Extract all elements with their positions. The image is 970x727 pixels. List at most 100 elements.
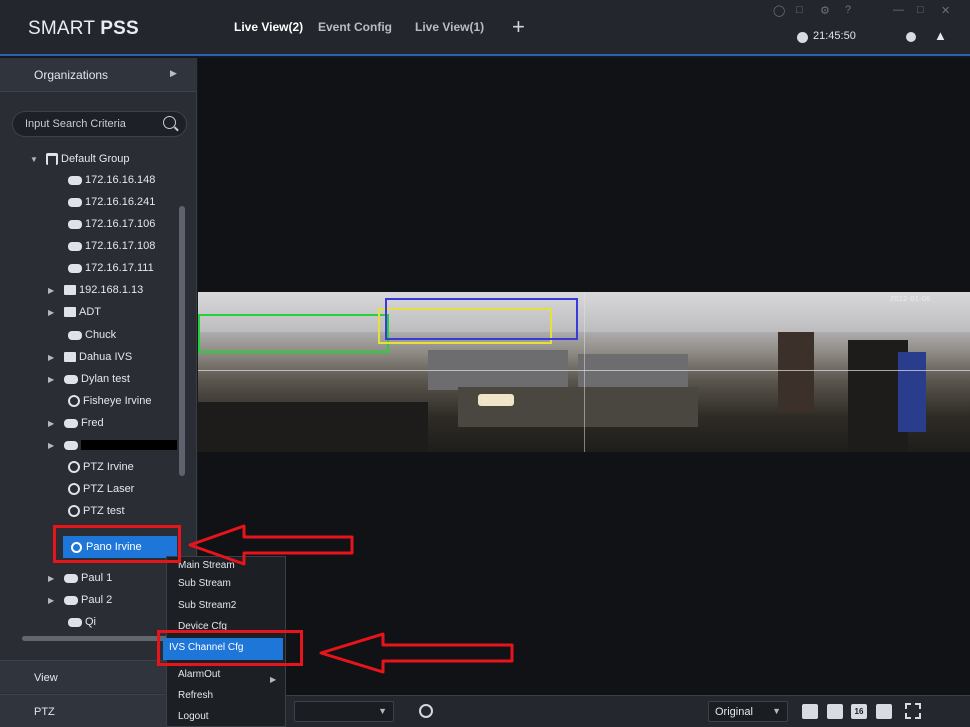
annotation-arrow-pano <box>188 524 354 566</box>
user-icon[interactable]: ◯ <box>773 4 785 17</box>
bell-icon[interactable]: ▲ <box>934 28 947 43</box>
tree-item-device[interactable]: Fisheye Irvine <box>68 392 151 410</box>
tree-item-device[interactable]: PTZ Irvine <box>68 458 134 476</box>
chevron-right-icon[interactable]: ▶ <box>48 574 58 583</box>
chevron-right-icon[interactable]: ▶ <box>48 308 58 317</box>
nvr-icon <box>64 307 76 317</box>
tree-scrollbar[interactable] <box>179 206 185 476</box>
lock-icon[interactable]: □ <box>796 4 803 16</box>
aspect-ratio-dropdown[interactable]: Original ▼ <box>708 701 788 722</box>
nvr-icon <box>64 352 76 362</box>
search-box[interactable] <box>12 111 187 137</box>
chevron-right-icon[interactable]: ▶ <box>48 375 58 384</box>
add-tab-button[interactable]: + <box>512 14 525 40</box>
layout-4-icon[interactable] <box>802 704 818 719</box>
camera-icon <box>68 241 82 251</box>
fullscreen-icon[interactable] <box>905 703 921 719</box>
chevron-right-icon[interactable]: ▶ <box>48 353 58 362</box>
video-desk <box>458 387 698 427</box>
expand-icon[interactable]: ▼ <box>30 155 40 164</box>
bottom-toolbar: ▼ Original ▼ 16 <box>198 695 970 727</box>
tree-item-device[interactable]: 172.16.17.111 <box>68 259 154 277</box>
scrollbar-thumb[interactable] <box>179 206 185 476</box>
layout-9-icon[interactable] <box>827 704 843 719</box>
nvr-icon <box>64 285 76 295</box>
annotation-box-pano <box>53 525 181 563</box>
camera-icon <box>68 263 82 273</box>
fisheye-camera-icon <box>68 395 80 407</box>
ivs-rule-box-blue <box>385 298 578 340</box>
tree-item-device[interactable]: ▶ ADT <box>48 303 101 321</box>
video-crosshair-v <box>584 292 585 452</box>
camera-icon <box>68 197 82 207</box>
dvr-icon <box>64 374 78 384</box>
layout-16-icon[interactable]: 16 <box>851 704 867 719</box>
chevron-right-icon[interactable]: ▶ <box>48 286 58 295</box>
app-logo: SMART PSS <box>28 18 139 39</box>
stream-dropdown[interactable]: ▼ <box>294 701 394 722</box>
chevron-right-icon[interactable]: ▶ <box>48 596 58 605</box>
redacted-label <box>81 440 177 450</box>
custom-layout-icon[interactable] <box>876 704 892 719</box>
tab-live-view-1[interactable]: Live View(1) <box>415 20 484 34</box>
dvr-icon <box>64 440 78 450</box>
tree-item-device[interactable]: PTZ Laser <box>68 480 134 498</box>
search-icon[interactable] <box>163 116 176 129</box>
close-icon[interactable]: ✕ <box>941 4 950 17</box>
tree-item-device[interactable]: Chuck <box>68 326 116 344</box>
tree-item-device-redacted[interactable]: ▶ <box>48 436 177 454</box>
tree-item-device[interactable]: ▶ Dahua IVS <box>48 348 132 366</box>
tree-item-device[interactable]: ▶ Paul 2 <box>48 591 112 609</box>
tree-item-device[interactable]: ▶ Paul 1 <box>48 569 112 587</box>
help-icon[interactable]: ? <box>845 4 851 16</box>
gear-icon[interactable]: ⚙ <box>820 4 830 17</box>
chevron-right-icon: ▶ <box>270 675 277 684</box>
tree-item-device[interactable]: ▶ 192.168.1.13 <box>48 281 143 299</box>
tree-item-device[interactable]: 172.16.17.106 <box>68 215 155 233</box>
ptz-camera-icon <box>68 461 80 473</box>
aspect-ratio-value: Original <box>715 706 753 718</box>
view-label: View <box>34 672 58 684</box>
ivs-rule-box-green <box>198 314 389 353</box>
camera-icon <box>68 219 82 229</box>
search-input[interactable] <box>25 117 155 131</box>
chevron-right-icon[interactable]: ▶ <box>48 441 58 450</box>
tree-item-device[interactable]: ▶ Dylan test <box>48 370 130 388</box>
menu-item-logout[interactable]: Logout <box>178 711 209 727</box>
chevron-right-icon[interactable]: ▶ <box>48 419 58 428</box>
record-icon[interactable] <box>906 32 916 42</box>
tab-event-config[interactable]: Event Config <box>318 20 392 34</box>
tree-item-device[interactable]: 172.16.16.241 <box>68 193 155 211</box>
maximize-icon[interactable]: □ <box>917 4 924 16</box>
video-banner <box>898 352 926 432</box>
dvr-icon <box>64 573 78 583</box>
video-lamp <box>478 394 514 406</box>
tree-item-device[interactable]: 172.16.16.148 <box>68 171 155 189</box>
organizations-label: Organizations <box>34 68 109 82</box>
video-floor <box>198 402 428 452</box>
tree-item-device[interactable]: PTZ test <box>68 502 125 520</box>
clock-icon <box>797 32 808 43</box>
sync-icon[interactable] <box>419 704 433 718</box>
chevron-down-icon: ▼ <box>772 706 781 716</box>
chevron-right-icon: ▶ <box>170 68 177 78</box>
menu-item-sub-stream[interactable]: Sub Stream <box>178 578 231 598</box>
ptz-label: PTZ <box>34 706 55 718</box>
organizations-header[interactable]: Organizations ▶ <box>0 58 197 92</box>
menu-item-sub-stream2[interactable]: Sub Stream2 <box>178 600 236 620</box>
menu-item-refresh[interactable]: Refresh <box>178 690 213 710</box>
tab-live-view-2[interactable]: Live View(2) <box>234 20 303 34</box>
menu-item-alarmout[interactable]: AlarmOut <box>178 669 220 689</box>
camera-icon <box>68 175 82 185</box>
camera-icon <box>68 617 82 627</box>
annotation-arrow-ivs <box>319 632 514 674</box>
chevron-down-icon: ▼ <box>378 706 387 716</box>
tree-item-device[interactable]: 172.16.17.108 <box>68 237 155 255</box>
video-door <box>778 332 814 412</box>
tree-group-default[interactable]: ▼ Default Group <box>30 150 129 168</box>
tree-item-device[interactable]: Qi <box>68 613 96 631</box>
camera-icon <box>68 330 82 340</box>
dvr-icon <box>64 595 78 605</box>
minimize-icon[interactable]: — <box>893 4 904 16</box>
tree-item-device[interactable]: ▶ Fred <box>48 414 104 432</box>
